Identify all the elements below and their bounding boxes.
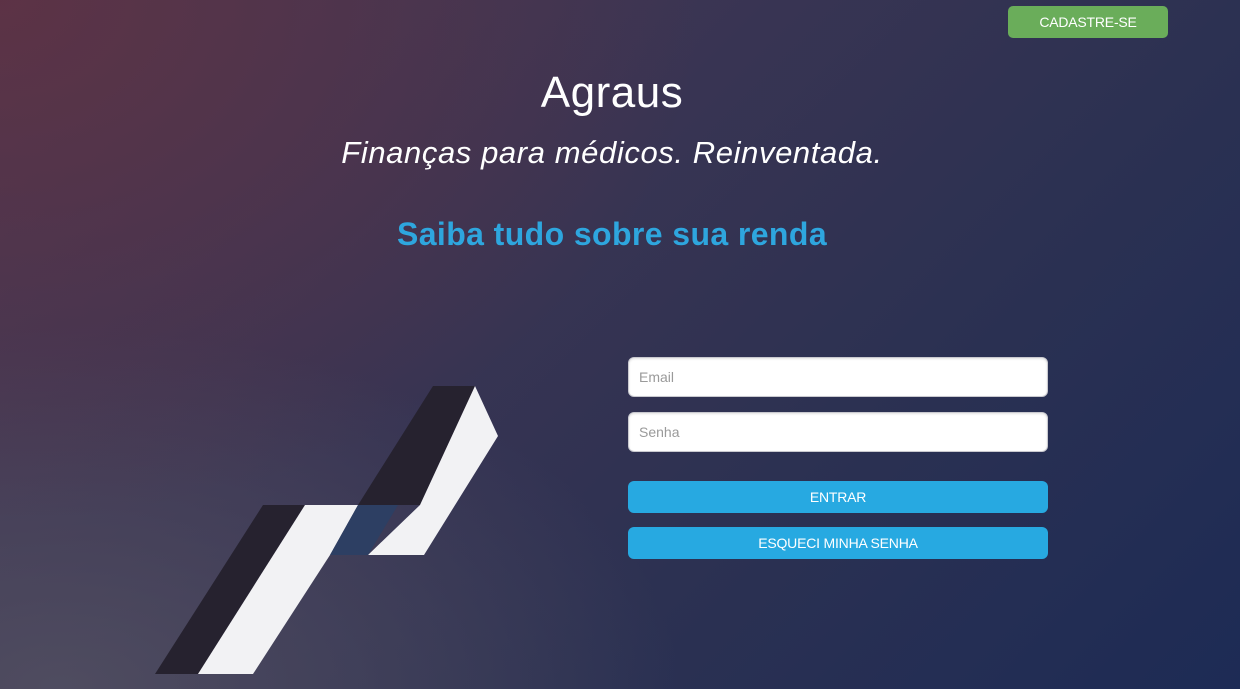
agraus-logo-icon: [155, 386, 498, 674]
email-field[interactable]: [628, 357, 1048, 397]
brand-title: Agraus: [540, 68, 684, 117]
brand-tagline: Finanças para médicos. Reinventada.: [341, 135, 883, 170]
signup-button[interactable]: CADASTRE-SE: [1008, 6, 1168, 38]
forgot-password-button[interactable]: ESQUECI MINHA SENHA: [628, 527, 1048, 559]
login-page: CADASTRE-SE Agraus Finanças para médicos…: [0, 0, 1240, 689]
login-form: ENTRAR ESQUECI MINHA SENHA: [628, 357, 1048, 559]
hero-subtitle: Saiba tudo sobre sua renda: [396, 216, 828, 252]
login-button[interactable]: ENTRAR: [628, 481, 1048, 513]
password-field[interactable]: [628, 412, 1048, 452]
